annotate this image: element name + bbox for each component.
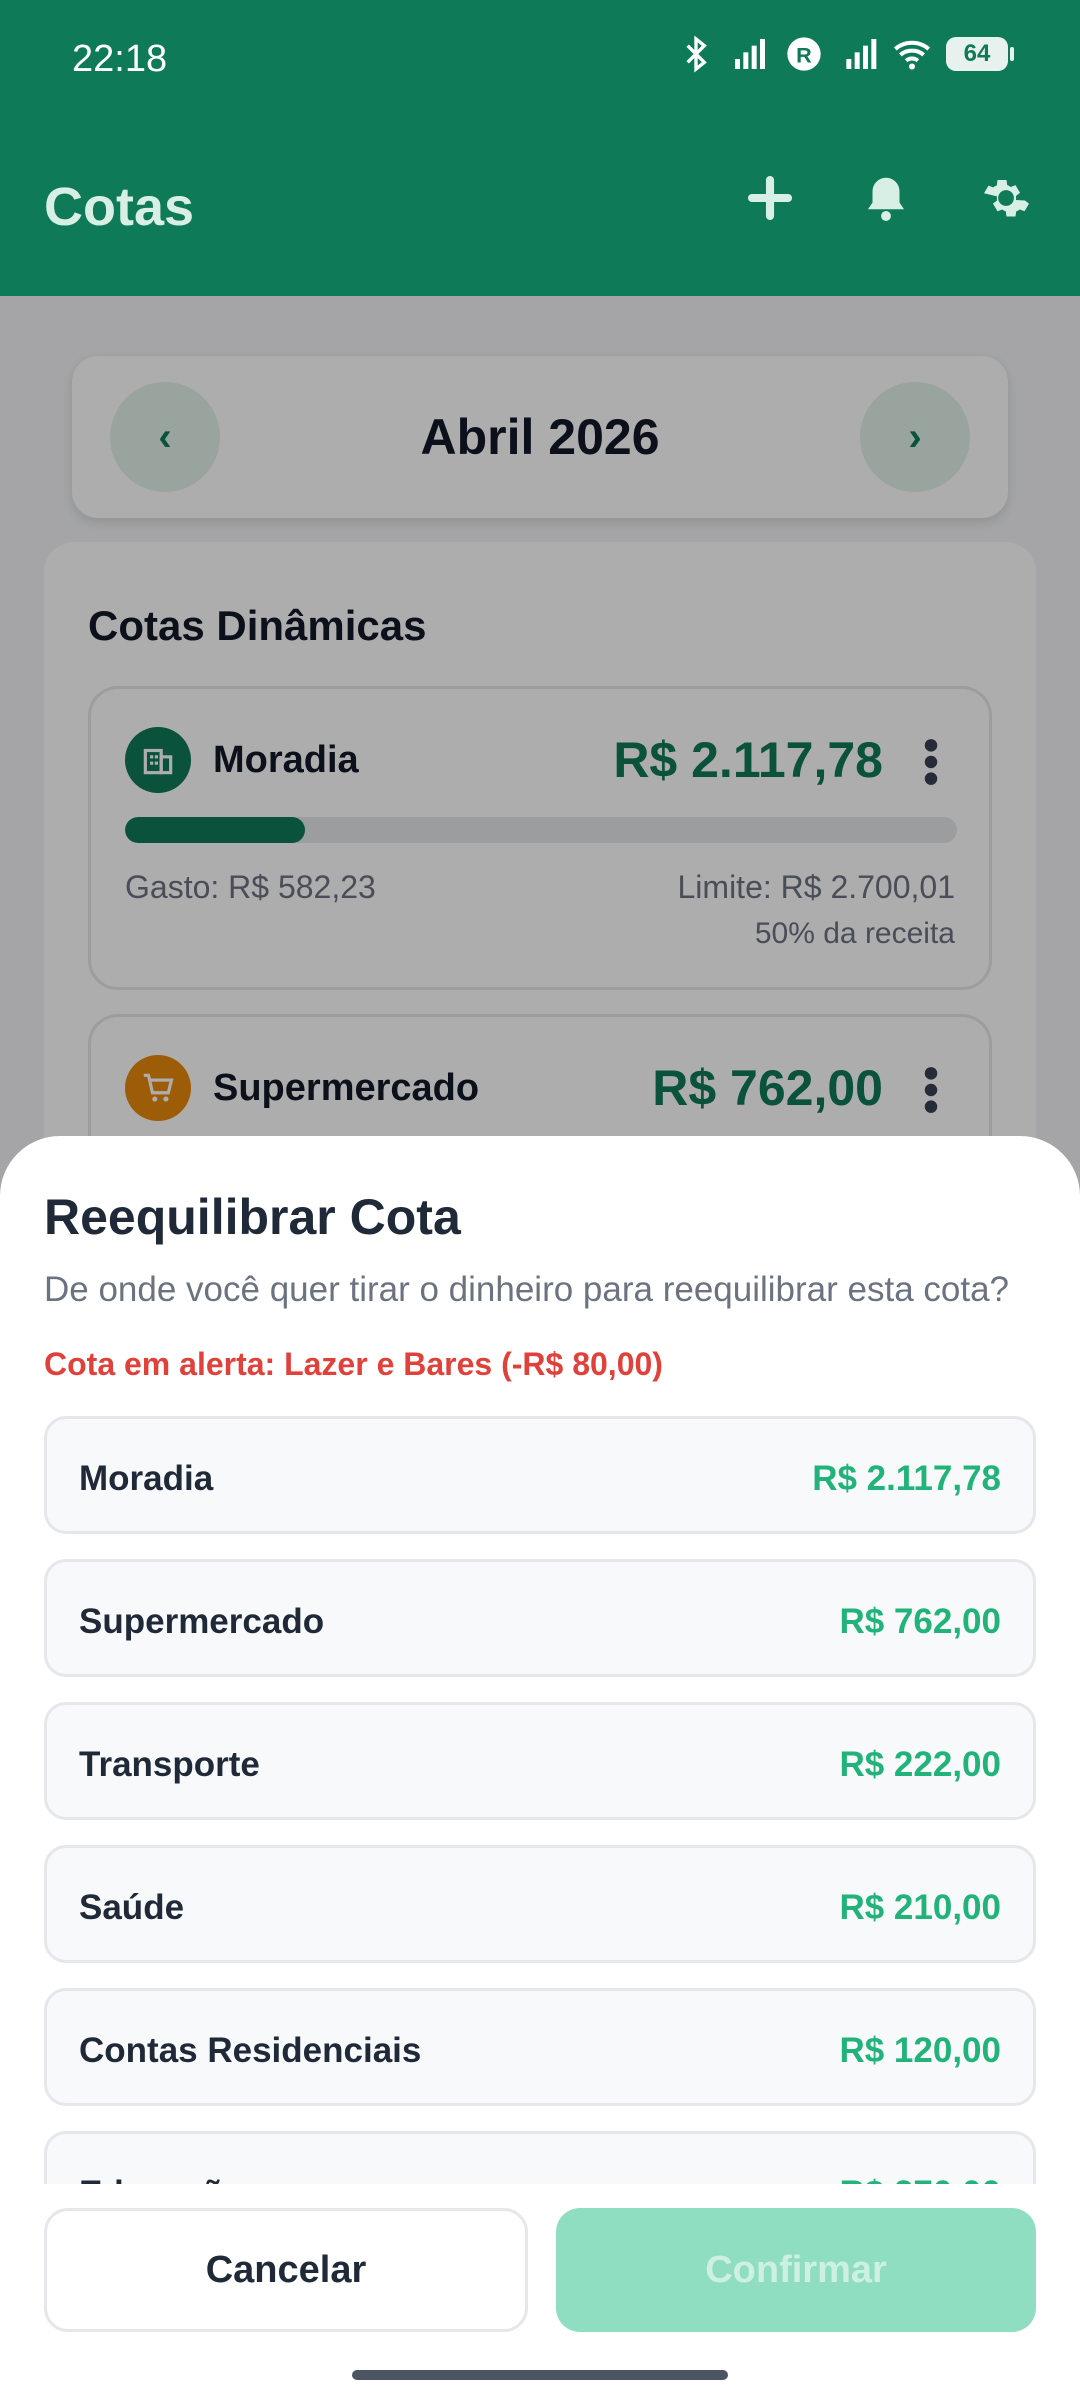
option-saude[interactable]: Saúde R$ 210,00	[44, 1845, 1036, 1963]
sheet-title: Reequilibrar Cota	[44, 1189, 461, 1245]
option-value: R$ 120,00	[839, 2031, 1001, 2070]
header-scrim	[0, 0, 1080, 296]
option-name: Saúde	[79, 1888, 185, 1927]
option-supermercado[interactable]: Supermercado R$ 762,00	[44, 1559, 1036, 1677]
rebalance-sheet: Reequilibrar Cota De onde você quer tira…	[0, 1136, 1080, 2400]
confirm-button[interactable]: Confirmar	[556, 2208, 1036, 2332]
option-transporte[interactable]: Transporte R$ 222,00	[44, 1702, 1036, 1820]
option-value: R$ 762,00	[839, 1602, 1001, 1641]
sheet-footer: Cancelar Confirmar	[0, 2184, 1080, 2400]
option-contas-residenciais[interactable]: Contas Residenciais R$ 120,00	[44, 1988, 1036, 2106]
alert-message: Cota em alerta: Lazer e Bares (-R$ 80,00…	[44, 1346, 663, 1382]
sheet-subtitle: De onde você quer tirar o dinheiro para …	[44, 1270, 1010, 1309]
option-name: Supermercado	[79, 1602, 325, 1641]
option-name: Transporte	[79, 1745, 260, 1784]
option-value: R$ 2.117,78	[812, 1459, 1001, 1498]
option-moradia[interactable]: Moradia R$ 2.117,78	[44, 1416, 1036, 1534]
option-name: Contas Residenciais	[79, 2031, 422, 2070]
cancel-button[interactable]: Cancelar	[44, 2208, 528, 2332]
home-indicator[interactable]	[352, 2370, 728, 2380]
option-value: R$ 210,00	[839, 1888, 1001, 1927]
option-name: Moradia	[79, 1459, 214, 1498]
option-value: R$ 222,00	[839, 1745, 1001, 1784]
